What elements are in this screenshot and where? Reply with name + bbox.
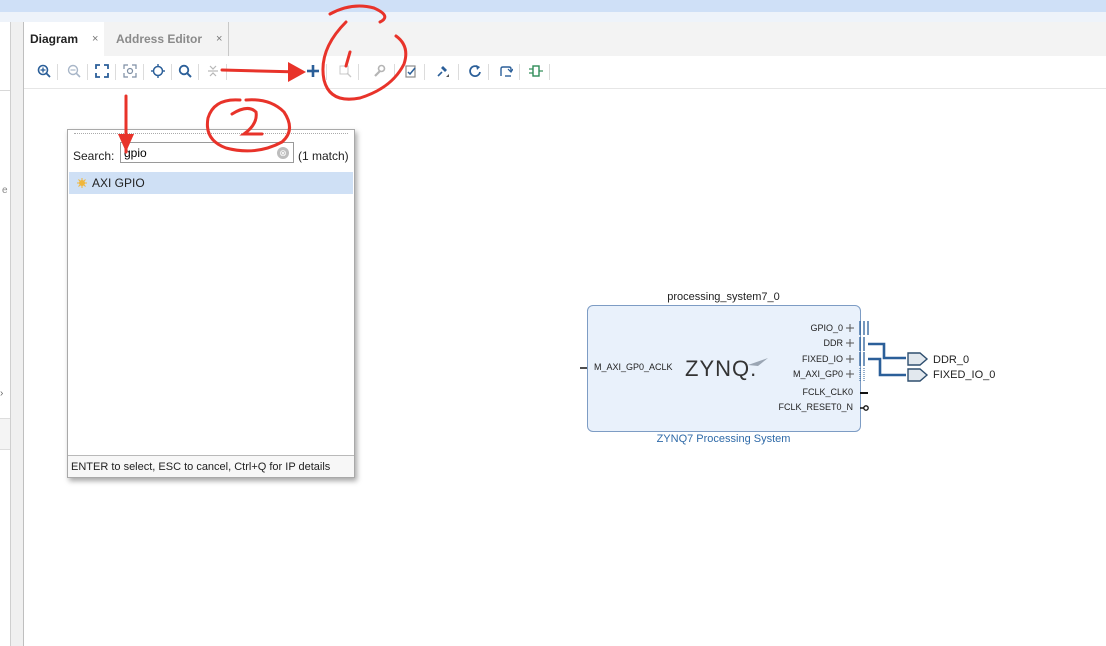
external-port-ddr-icon[interactable] (907, 352, 929, 366)
annotation-circle-2 (205, 98, 291, 153)
expand-plus-icons (846, 324, 854, 378)
wire-fixed-io[interactable] (868, 357, 906, 377)
external-port-fixed-io-icon[interactable] (907, 368, 929, 382)
annotation-arrowhead-2 (288, 62, 306, 82)
annotation-arrowhead-1 (118, 134, 134, 152)
diagram-overlay (118, 4, 929, 411)
annotation-circle-1 (321, 4, 408, 101)
bus-pins (859, 321, 869, 366)
annotation-digit-1 (344, 50, 352, 68)
zynq-swoosh-icon (748, 358, 768, 366)
bus-pins-dotted (859, 368, 865, 382)
annotations (124, 4, 408, 154)
wire-ddr[interactable] (868, 342, 906, 360)
active-low-bubble-icon (863, 405, 869, 411)
